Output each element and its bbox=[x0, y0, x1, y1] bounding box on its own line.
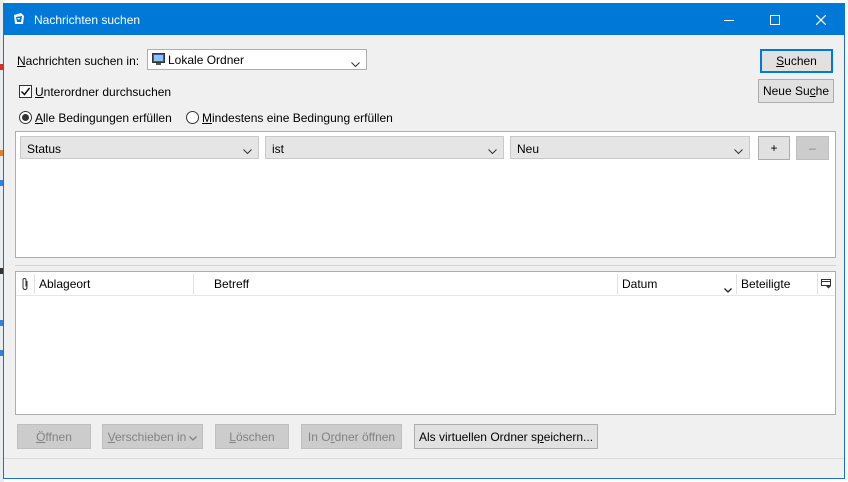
match-all-radio[interactable] bbox=[19, 111, 32, 124]
close-icon bbox=[816, 14, 826, 25]
column-subject-label: Betreff bbox=[214, 277, 250, 291]
criteria-value-value: Neu bbox=[517, 142, 540, 156]
minimize-button[interactable] bbox=[706, 4, 752, 35]
column-date[interactable]: Datum bbox=[618, 272, 736, 296]
folder-select[interactable]: Lokale Ordner bbox=[147, 49, 367, 70]
open-in-folder-button[interactable]: In Ordner öffnen bbox=[301, 424, 402, 449]
save-as-virtual-folder-button[interactable]: Als virtuellen Ordner speichern... bbox=[414, 424, 598, 449]
column-date-label: Datum bbox=[622, 277, 658, 291]
column-participants-label: Beteiligte bbox=[741, 277, 791, 291]
search-button[interactable]: Suchen bbox=[760, 49, 833, 73]
thunderbird-app-icon bbox=[12, 12, 26, 26]
criteria-operator-value: ist bbox=[272, 142, 284, 156]
column-participants[interactable]: Beteiligte bbox=[737, 272, 817, 296]
remove-criterion-button[interactable]: – bbox=[796, 136, 829, 160]
criteria-value-select[interactable]: Neu bbox=[510, 136, 750, 159]
chevron-down-icon bbox=[488, 144, 497, 158]
maximize-icon bbox=[770, 14, 780, 25]
checkmark-icon bbox=[20, 87, 31, 96]
match-all-label[interactable]: Alle Bedingungen erfüllen bbox=[35, 111, 172, 125]
column-attachment[interactable] bbox=[16, 272, 34, 296]
paperclip-icon bbox=[20, 277, 30, 294]
criteria-field-select[interactable]: Status bbox=[20, 136, 259, 159]
sort-chevron-down-icon bbox=[724, 282, 732, 296]
status-bar bbox=[4, 458, 844, 478]
delete-button[interactable]: Löschen bbox=[215, 424, 289, 449]
chevron-down-icon bbox=[243, 144, 252, 158]
criteria-field-value: Status bbox=[27, 142, 62, 156]
window-title: Nachrichten suchen bbox=[34, 13, 141, 27]
add-criterion-button[interactable]: + bbox=[758, 136, 790, 160]
pane-splitter[interactable] bbox=[15, 265, 836, 266]
column-picker-button[interactable] bbox=[818, 272, 835, 296]
column-picker-icon bbox=[821, 278, 832, 292]
criteria-panel: Status ist Neu + – bbox=[15, 131, 836, 258]
move-to-button[interactable]: Verschieben in bbox=[102, 424, 203, 449]
match-any-radio[interactable] bbox=[186, 111, 199, 124]
new-search-button[interactable]: Neue Suche bbox=[758, 79, 834, 103]
match-any-label[interactable]: Mindestens eine Bedingung erfüllen bbox=[202, 111, 393, 125]
subfolders-checkbox[interactable] bbox=[19, 85, 32, 98]
column-subject[interactable]: Betreff bbox=[194, 272, 617, 296]
subfolders-label[interactable]: Unterordner durchsuchen bbox=[35, 85, 171, 99]
folder-select-value: Lokale Ordner bbox=[168, 53, 245, 67]
chevron-down-icon bbox=[734, 144, 743, 158]
maximize-button[interactable] bbox=[752, 4, 798, 35]
chevron-down-icon bbox=[189, 430, 198, 444]
monitor-icon bbox=[152, 53, 165, 69]
column-location[interactable]: Ablageort bbox=[35, 272, 193, 296]
results-header: Ablageort Betreff Datum Beteiligte bbox=[16, 272, 835, 296]
open-button[interactable]: Öffnen bbox=[17, 424, 91, 449]
title-bar[interactable]: Nachrichten suchen bbox=[4, 4, 844, 35]
chevron-down-icon bbox=[351, 57, 360, 71]
criteria-operator-select[interactable]: ist bbox=[265, 136, 504, 159]
search-messages-dialog: Nachrichten suchen Nachrichten suchen in… bbox=[3, 3, 845, 479]
close-button[interactable] bbox=[798, 4, 844, 35]
results-list[interactable]: Ablageort Betreff Datum Beteiligte bbox=[15, 271, 836, 415]
column-location-label: Ablageort bbox=[39, 277, 91, 291]
search-in-label: Nachrichten suchen in: bbox=[17, 54, 140, 68]
minimize-icon bbox=[724, 19, 734, 21]
